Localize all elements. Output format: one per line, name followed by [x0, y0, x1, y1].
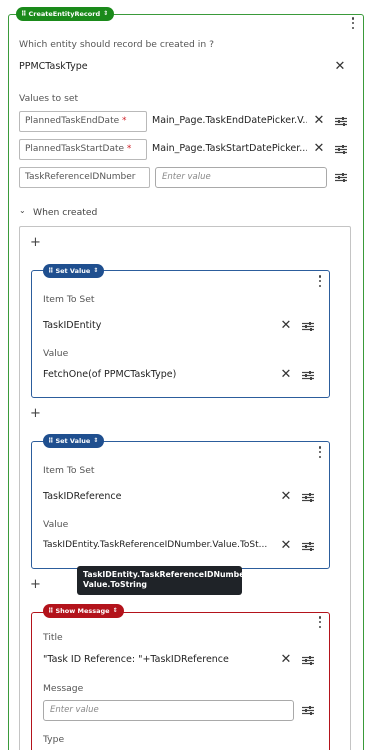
show-message-card: [31, 612, 330, 750]
pill-label: Set Value: [55, 437, 91, 445]
pill-label: Show Message: [55, 607, 110, 615]
entity-question: Which entity should record be created in…: [19, 39, 214, 50]
attribute-value-input[interactable]: Enter value: [155, 167, 327, 188]
chevron-updown-icon[interactable]: ⇕: [93, 264, 98, 278]
item-to-set-value[interactable]: TaskIDEntity: [43, 320, 101, 331]
chevron-updown-icon[interactable]: ⇕: [103, 7, 108, 21]
value-expression[interactable]: TaskIDEntity.TaskReferenceIDNumber.Value…: [43, 540, 275, 550]
sliders-icon[interactable]: [302, 371, 314, 380]
add-step-icon[interactable]: +: [30, 407, 41, 420]
drag-handle-icon[interactable]: ⠿: [48, 264, 54, 278]
show-message-pill[interactable]: ⠿ Show Message ⇕: [43, 604, 124, 618]
drag-handle-icon[interactable]: ⠿: [48, 604, 54, 618]
set-value-pill[interactable]: ⠿ Set Value ⇕: [43, 434, 105, 448]
message-input[interactable]: Enter value: [43, 700, 294, 721]
expression-tooltip: TaskIDEntity.TaskReferenceIDNumber. Valu…: [77, 566, 251, 595]
drag-handle-icon[interactable]: ⠿: [48, 434, 54, 448]
item-to-set-label: Item To Set: [43, 465, 95, 476]
attribute-name-field[interactable]: TaskReferenceIDNumber: [19, 167, 150, 188]
attribute-name-field[interactable]: PlannedTaskEndDate *: [19, 111, 147, 132]
entity-value[interactable]: PPMCTaskType: [19, 61, 88, 72]
sliders-icon[interactable]: [302, 493, 314, 502]
tooltip-line-1: TaskIDEntity.TaskReferenceIDNumber.: [83, 570, 251, 579]
drag-handle-icon[interactable]: ⠿: [21, 7, 27, 21]
create-entity-record-pill[interactable]: ⠿ CreateEntityRecord ⇕: [16, 7, 115, 21]
clear-item-icon[interactable]: ✕: [280, 319, 292, 332]
more-options-icon[interactable]: [318, 446, 322, 458]
add-step-icon[interactable]: +: [30, 578, 41, 591]
chevron-updown-icon[interactable]: ⇕: [113, 604, 118, 618]
when-created-toggle[interactable]: When created: [33, 207, 97, 218]
value-expression[interactable]: FetchOne(of PPMCTaskType): [43, 369, 176, 380]
chevron-down-icon[interactable]: ⌄: [19, 206, 26, 215]
attribute-value[interactable]: Main_Page.TaskEndDatePicker.V...: [152, 115, 307, 126]
more-options-icon[interactable]: [351, 17, 355, 29]
clear-value-icon[interactable]: ✕: [313, 114, 325, 127]
attribute-name-field[interactable]: PlannedTaskStartDate *: [19, 139, 147, 160]
add-step-icon[interactable]: +: [30, 236, 41, 249]
chevron-updown-icon[interactable]: ⇕: [93, 434, 98, 448]
sliders-icon[interactable]: [335, 173, 347, 182]
item-to-set-label: Item To Set: [43, 294, 95, 305]
clear-value-icon[interactable]: ✕: [313, 142, 325, 155]
message-label: Message: [43, 683, 84, 694]
sliders-icon[interactable]: [302, 706, 314, 715]
pill-label: Set Value: [55, 267, 91, 275]
clear-item-icon[interactable]: ✕: [280, 490, 292, 503]
clear-value-icon[interactable]: ✕: [280, 539, 292, 552]
sliders-icon[interactable]: [335, 117, 347, 126]
value-label: Value: [43, 519, 69, 530]
required-mark: *: [122, 116, 127, 126]
clear-title-icon[interactable]: ✕: [280, 653, 292, 666]
sliders-icon[interactable]: [302, 542, 314, 551]
pill-label: CreateEntityRecord: [28, 10, 101, 18]
sliders-icon[interactable]: [302, 656, 314, 665]
more-options-icon[interactable]: [318, 616, 322, 628]
title-label: Title: [43, 632, 63, 643]
clear-value-icon[interactable]: ✕: [280, 368, 292, 381]
value-label: Value: [43, 348, 69, 359]
more-options-icon[interactable]: [318, 275, 322, 287]
type-label: Type: [43, 734, 65, 745]
required-mark: *: [126, 144, 132, 154]
sliders-icon[interactable]: [335, 145, 347, 154]
values-heading: Values to set: [19, 93, 79, 104]
clear-entity-icon[interactable]: ✕: [334, 60, 346, 73]
sliders-icon[interactable]: [302, 322, 314, 331]
attribute-value[interactable]: Main_Page.TaskStartDatePicker....: [152, 143, 307, 154]
title-value[interactable]: "Task ID Reference: "+TaskIDReference: [43, 654, 229, 665]
set-value-pill[interactable]: ⠿ Set Value ⇕: [43, 264, 105, 278]
tooltip-line-2: Value.ToString: [83, 580, 147, 589]
item-to-set-value[interactable]: TaskIDReference: [43, 491, 121, 502]
